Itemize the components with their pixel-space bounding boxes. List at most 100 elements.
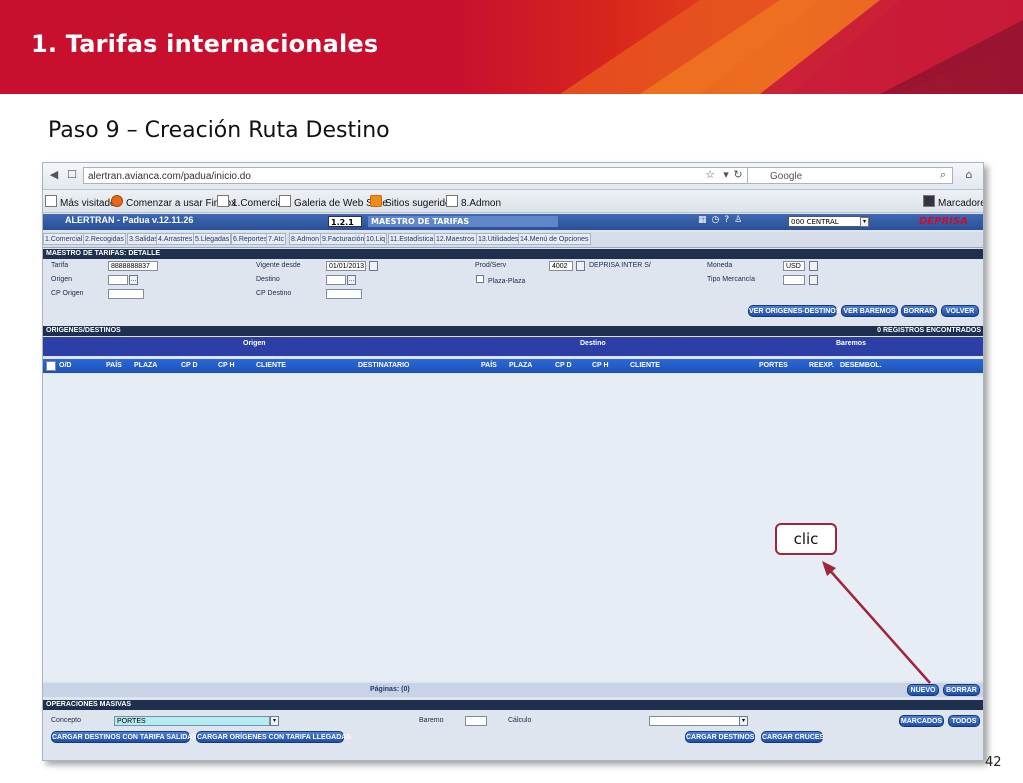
reload-icon[interactable]: ↻	[731, 168, 745, 182]
cargar-destinos-salidas-button[interactable]: CARGAR DESTINOS CON TARIFA SALIDAS	[51, 731, 197, 743]
concepto-dropdown-icon[interactable]: ▾	[270, 716, 279, 726]
volver-button[interactable]: VOLVER	[941, 305, 979, 317]
page-icon	[446, 195, 458, 207]
menu-salidas[interactable]: 3.Salidas	[127, 233, 160, 245]
select-all-checkbox[interactable]	[46, 361, 56, 371]
menu-comercial[interactable]: 1.Comercial	[43, 233, 85, 245]
tipo-lookup-button[interactable]	[809, 275, 818, 285]
col-cliente-destino[interactable]: CLIENTE	[630, 362, 660, 369]
col-reexp[interactable]: REEXP.	[809, 362, 834, 369]
moneda-label: Moneda	[707, 262, 733, 269]
pager-bar: Páginas: (0) NUEVO BORRAR	[43, 683, 983, 697]
vigente-label: Vigente desde	[256, 262, 301, 269]
rss-icon	[370, 195, 382, 207]
toolbar-icons[interactable]: ▦◷?♙	[698, 215, 747, 225]
home-icon[interactable]: ⌂	[962, 168, 976, 182]
concepto-select[interactable]: PORTES	[114, 716, 270, 726]
bookmark-icon	[45, 195, 57, 207]
destino-lookup-button[interactable]: ...	[347, 275, 356, 285]
marcados-button[interactable]: MARCADOS	[899, 715, 944, 727]
menu-liq[interactable]: 10.Liq	[364, 233, 388, 245]
menu-recogidas[interactable]: 2.Recogidas	[83, 233, 126, 245]
moneda-field[interactable]: USD	[783, 261, 805, 271]
menu-opciones[interactable]: 14.Menú de Opciones	[518, 233, 591, 245]
cp-origen-field[interactable]	[108, 289, 144, 299]
search-icon[interactable]: ⌕	[936, 168, 950, 182]
menu-admon[interactable]: 8.Admon	[289, 233, 322, 245]
detail-header: MAESTRO DE TARIFAS: DETALLE	[43, 249, 983, 259]
cargar-cruces-button[interactable]: CARGAR CRUCES	[761, 731, 824, 743]
col-pais-origen[interactable]: PAÍS	[106, 362, 122, 369]
col-plaza-origen[interactable]: PLAZA	[134, 362, 157, 369]
ver-baremos-button[interactable]: VER BAREMOS	[841, 305, 898, 317]
todos-button[interactable]: TODOS	[948, 715, 980, 727]
section-title: MAESTRO DE TARIFAS	[368, 216, 558, 227]
col-cpd-destino[interactable]: CP D	[555, 362, 572, 369]
step-title: Paso 9 – Creación Ruta Destino	[48, 118, 390, 143]
borrar-detail-button[interactable]: BORRAR	[901, 305, 937, 317]
plaza-checkbox[interactable]	[476, 275, 484, 283]
cargar-destinos-button[interactable]: CARGAR DESTINOS	[685, 731, 755, 743]
central-select[interactable]: 000 CENTRAL	[788, 216, 870, 227]
col-pais-destino[interactable]: PAÍS	[481, 362, 497, 369]
calculo-dropdown-icon[interactable]: ▾	[739, 716, 748, 726]
origen-field[interactable]	[108, 275, 128, 285]
prod-lookup-button[interactable]	[576, 261, 585, 271]
back-icon[interactable]: ◀	[47, 168, 61, 182]
group-destino: Destino	[580, 340, 606, 347]
concepto-label: Concepto	[51, 717, 81, 724]
origen-label: Origen	[51, 276, 73, 283]
central-dropdown-icon[interactable]: ▾	[860, 217, 869, 227]
menu-estadisticas[interactable]: 11.Estadísticas	[388, 233, 439, 245]
tipo-mercancia-field[interactable]	[783, 275, 805, 285]
menu-facturacion[interactable]: 9.Facturación	[320, 233, 367, 245]
calculo-select[interactable]	[649, 716, 741, 726]
menu-llegadas[interactable]: 5.Llegadas	[193, 233, 232, 245]
ver-origenes-destinos-button[interactable]: VER ORIGENES-DESTINOS	[748, 305, 840, 317]
menu-reportes[interactable]: 6.Reportes	[231, 233, 270, 245]
app-header: ALERTRAN - Padua v.12.11.26 1.2.1 MAESTR…	[43, 214, 983, 230]
bookmark-sitios[interactable]: Sitios sugeridos	[370, 195, 456, 209]
prod-code-field[interactable]: 4002	[549, 261, 573, 271]
col-destinatario[interactable]: DESTINATARIO	[358, 362, 409, 369]
calculo-label: Cálculo	[508, 717, 532, 724]
menu-utilidades[interactable]: 13.Utilidades	[476, 233, 521, 245]
group-baremos: Baremos	[836, 340, 866, 347]
col-cph-destino[interactable]: CP H	[592, 362, 609, 369]
borrar-grid-button[interactable]: BORRAR	[943, 684, 980, 696]
slide-header-band: 1. Tarifas internacionales	[0, 0, 1023, 94]
baremo-field[interactable]	[465, 716, 487, 726]
col-desembol[interactable]: DESEMBOL.	[840, 362, 882, 369]
bookmarks-menu[interactable]: Marcadores	[923, 195, 983, 209]
destino-field[interactable]	[326, 275, 346, 285]
bookmark-admon[interactable]: 8.Admon	[446, 195, 501, 209]
bookmark-mas-visitados[interactable]: Más visitados	[45, 195, 121, 209]
bookmark-comercial[interactable]: 1.Comercial	[217, 195, 285, 209]
menu-arrastres[interactable]: 4.Arrastres	[156, 233, 195, 245]
star-icon[interactable]: ☆	[703, 168, 717, 182]
calendar-icon[interactable]	[369, 261, 378, 271]
origen-lookup-button[interactable]: ...	[129, 275, 138, 285]
firefox-icon	[111, 195, 123, 207]
menu-atc[interactable]: 7.Atc	[266, 233, 286, 245]
cp-destino-field[interactable]	[326, 289, 362, 299]
cp-destino-label: CP Destino	[256, 290, 292, 297]
menu-maestros[interactable]: 12.Maestros	[434, 233, 477, 245]
page-icon: ☐	[67, 168, 77, 181]
search-input[interactable]: Google	[747, 167, 953, 184]
col-cliente-origen[interactable]: CLIENTE	[256, 362, 286, 369]
col-cpd-origen[interactable]: CP D	[181, 362, 198, 369]
tarifa-field[interactable]: 8888888837	[108, 261, 158, 271]
baremo-label: Baremo	[419, 717, 444, 724]
cargar-origenes-llegadas-button[interactable]: CARGAR ORÍGENES CON TARIFA LLEGADAS	[196, 731, 351, 743]
plaza-label: Plaza-Plaza	[488, 278, 526, 285]
col-portes[interactable]: PORTES	[759, 362, 788, 369]
col-plaza-destino[interactable]: PLAZA	[509, 362, 532, 369]
grid-body	[43, 374, 983, 681]
nuevo-button[interactable]: NUEVO	[907, 684, 939, 696]
address-input[interactable]: alertran.avianca.com/padua/inicio.do	[83, 167, 783, 184]
vigente-field[interactable]: 01/01/2013	[326, 261, 366, 271]
col-cph-origen[interactable]: CP H	[218, 362, 235, 369]
moneda-lookup-button[interactable]	[809, 261, 818, 271]
col-od[interactable]: O/D	[59, 362, 71, 369]
